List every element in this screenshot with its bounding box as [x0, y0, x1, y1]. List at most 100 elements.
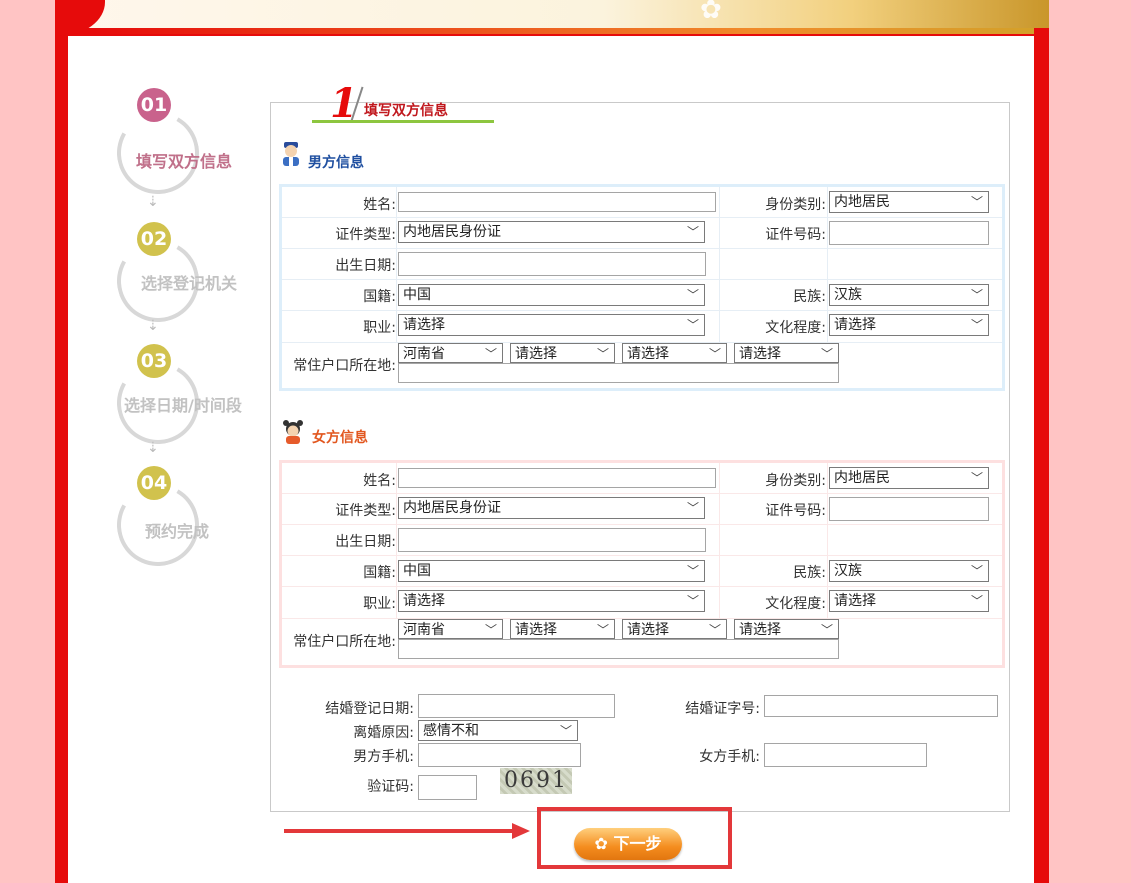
female-phone-label: 女方手机: [699, 749, 760, 765]
chevron-down-icon: ﹀ [484, 623, 497, 637]
occupation-select[interactable]: 请选择 ﹀ [398, 590, 705, 612]
marriage-date-input[interactable] [418, 694, 615, 718]
chevron-down-icon: ﹀ [686, 318, 699, 332]
select-value: 河南省 [403, 346, 445, 362]
ethnic-select[interactable]: 汉族 ﹀ [829, 560, 989, 582]
chevron-down-icon: ﹀ [970, 564, 983, 578]
select-value: 内地居民 [834, 194, 890, 210]
arrow-head-icon [512, 823, 530, 839]
form-row: 国籍: 中国 ﹀ 民族: 汉族 ﹀ [282, 555, 1002, 587]
chevron-down-icon: ﹀ [970, 288, 983, 302]
down-arrow-icon: ⇣ [147, 440, 159, 456]
nationality-select[interactable]: 中国 ﹀ [398, 284, 705, 306]
cert-type-label: 证件类型: [335, 503, 396, 519]
cert-type-select[interactable]: 内地居民身份证 ﹀ [398, 497, 705, 519]
male-phone-input[interactable] [418, 743, 581, 767]
female-avatar-icon [283, 420, 303, 444]
birth-date-label: 出生日期: [335, 258, 396, 274]
female-phone-input[interactable] [764, 743, 927, 767]
step-number: 02 [137, 222, 171, 256]
cert-number-input[interactable] [829, 221, 989, 245]
select-value: 内地居民身份证 [403, 224, 501, 240]
education-select[interactable]: 请选择 ﹀ [829, 590, 989, 612]
banner-stripe [88, 28, 1034, 34]
hukou-town-select[interactable]: 请选择 ﹀ [734, 619, 839, 639]
form-row: 证件类型: 内地居民身份证 ﹀ 证件号码: [282, 493, 1002, 525]
chevron-down-icon: ﹀ [708, 623, 721, 637]
hukou-label: 常住户口所在地: [293, 358, 396, 374]
occupation-label: 职业: [363, 596, 396, 612]
hukou-county-select[interactable]: 请选择 ﹀ [622, 343, 727, 363]
select-value: 请选择 [403, 593, 445, 609]
occupation-label: 职业: [363, 320, 396, 336]
hukou-county-select[interactable]: 请选择 ﹀ [622, 619, 727, 639]
chevron-down-icon: ﹀ [596, 347, 609, 361]
chevron-down-icon: ﹀ [686, 564, 699, 578]
birth-date-label: 出生日期: [335, 534, 396, 550]
hukou-label: 常住户口所在地: [293, 634, 396, 650]
down-arrow-icon: ⇣ [147, 194, 159, 210]
ethnic-label: 民族: [793, 565, 826, 581]
chevron-down-icon: ﹀ [970, 318, 983, 332]
male-section-title: 男方信息 [308, 155, 364, 171]
divorce-reason-label: 离婚原因: [353, 725, 414, 741]
form-row: 职业: 请选择 ﹀ 文化程度: 请选择 ﹀ [282, 586, 1002, 619]
tab-title: 填写双方信息 [364, 103, 448, 119]
chevron-down-icon: ﹀ [484, 347, 497, 361]
chevron-down-icon: ﹀ [686, 501, 699, 515]
hukou-address-input[interactable] [398, 363, 839, 383]
hukou-province-select[interactable]: 河南省 ﹀ [398, 343, 503, 363]
select-value: 中国 [403, 563, 431, 579]
male-avatar-icon [283, 142, 299, 166]
captcha-label: 验证码: [367, 779, 414, 795]
form-row: 出生日期: [282, 248, 1002, 280]
nationality-select[interactable]: 中国 ﹀ [398, 560, 705, 582]
chevron-down-icon: ﹀ [970, 594, 983, 608]
hukou-address-input[interactable] [398, 639, 839, 659]
marriage-cert-input[interactable] [764, 695, 998, 717]
nationality-label: 国籍: [363, 289, 396, 305]
divorce-reason-select[interactable]: 感情不和 ﹀ [418, 720, 578, 741]
select-value: 请选择 [834, 317, 876, 333]
hukou-city-select[interactable]: 请选择 ﹀ [510, 619, 615, 639]
name-label: 姓名: [363, 197, 396, 213]
chevron-down-icon: ﹀ [820, 347, 833, 361]
id-type-label: 身份类别: [765, 473, 826, 489]
step-number: 04 [137, 466, 171, 500]
cert-number-input[interactable] [829, 497, 989, 521]
captcha-input[interactable] [418, 775, 477, 800]
select-value: 请选择 [739, 346, 781, 362]
id-type-select[interactable]: 内地居民 ﹀ [829, 467, 989, 489]
chevron-down-icon: ﹀ [596, 623, 609, 637]
select-value: 请选择 [403, 317, 445, 333]
captcha-image[interactable]: 0691 [500, 768, 572, 794]
select-value: 请选择 [834, 593, 876, 609]
step-label: 选择日期/时间段 [124, 396, 242, 415]
birth-date-input[interactable] [398, 252, 706, 276]
hukou-town-select[interactable]: 请选择 ﹀ [734, 343, 839, 363]
form-row: 职业: 请选择 ﹀ 文化程度: 请选择 ﹀ [282, 310, 1002, 343]
select-value: 请选择 [739, 622, 781, 638]
cert-number-label: 证件号码: [765, 227, 826, 243]
id-type-select[interactable]: 内地居民 ﹀ [829, 191, 989, 213]
next-step-label: 下一步 [613, 834, 662, 853]
ethnic-label: 民族: [793, 289, 826, 305]
name-input[interactable] [398, 192, 716, 212]
select-value: 请选择 [515, 622, 557, 638]
birth-date-input[interactable] [398, 528, 706, 552]
hukou-city-select[interactable]: 请选择 ﹀ [510, 343, 615, 363]
section-tab: 1 填写双方信息 [312, 78, 494, 127]
name-input[interactable] [398, 468, 716, 488]
hukou-province-select[interactable]: 河南省 ﹀ [398, 619, 503, 639]
next-step-button[interactable]: ✿ 下一步 [574, 828, 682, 860]
occupation-select[interactable]: 请选择 ﹀ [398, 314, 705, 336]
education-select[interactable]: 请选择 ﹀ [829, 314, 989, 336]
chevron-down-icon: ﹀ [686, 225, 699, 239]
ethnic-select[interactable]: 汉族 ﹀ [829, 284, 989, 306]
step-number: 03 [137, 344, 171, 378]
cert-type-select[interactable]: 内地居民身份证 ﹀ [398, 221, 705, 243]
marriage-date-label: 结婚登记日期: [325, 701, 414, 717]
select-value: 请选择 [515, 346, 557, 362]
annotation-arrow [284, 829, 514, 833]
chevron-down-icon: ﹀ [686, 288, 699, 302]
